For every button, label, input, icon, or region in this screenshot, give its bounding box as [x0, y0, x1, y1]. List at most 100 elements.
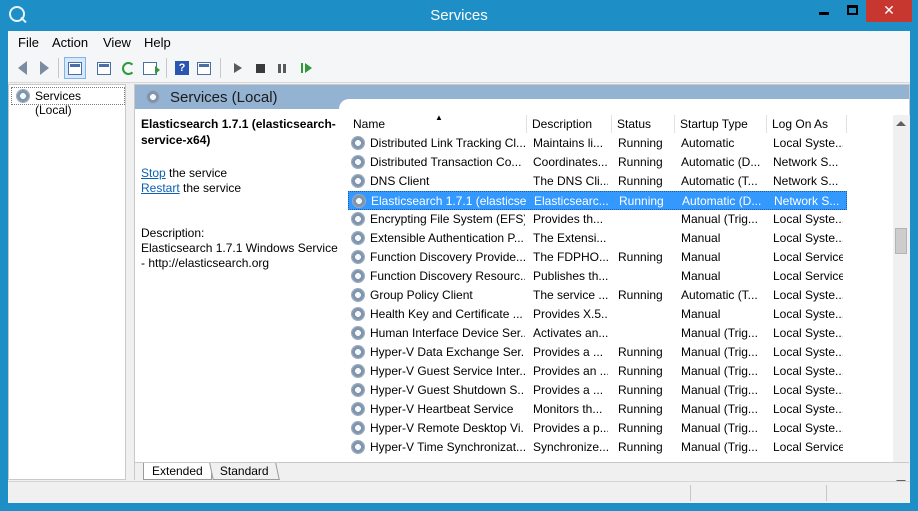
- close-button[interactable]: ✕: [866, 0, 912, 22]
- description-label: Description:: [141, 226, 205, 240]
- minimize-button[interactable]: [810, 0, 838, 22]
- services-content-pane: Services (Local) Elasticsearch 1.7.1 (el…: [134, 84, 910, 491]
- gear-icon: [351, 231, 365, 245]
- cell-name: Hyper-V Time Synchronizat...: [370, 440, 525, 454]
- table-row[interactable]: Group Policy Client The service ... Runnin…: [348, 286, 847, 305]
- menu-file[interactable]: File: [18, 35, 39, 50]
- cell-status: Running: [618, 383, 663, 397]
- table-row[interactable]: Health Key and Certificate ... Provides X…: [348, 305, 847, 324]
- column-header-label: Name: [353, 117, 386, 131]
- cell-name: Human Interface Device Ser...: [370, 326, 525, 340]
- cell-description: Provides th...: [533, 212, 604, 226]
- column-header-startup-type[interactable]: Startup Type: [675, 115, 767, 133]
- cell-description: Provides a p...: [533, 421, 608, 435]
- table-row[interactable]: Function Discovery Provide... The FDPHO..…: [348, 248, 847, 267]
- cell-description: Maintains li...: [533, 136, 604, 150]
- cell-log-on-as: Local Service: [773, 250, 843, 264]
- cell-name: Distributed Transaction Co...: [370, 155, 522, 169]
- restart-service-link[interactable]: Restart: [141, 181, 180, 195]
- refresh-button[interactable]: [118, 58, 138, 78]
- scroll-up-icon[interactable]: [896, 121, 906, 126]
- cell-startup-type: Manual: [681, 307, 721, 321]
- services-list: Name ▲ Description Status Startup Type L…: [348, 115, 890, 491]
- cell-description: The Extensi...: [533, 231, 607, 245]
- properties-button[interactable]: [94, 58, 114, 78]
- table-row[interactable]: Hyper-V Heartbeat Service Monitors th... R…: [348, 400, 847, 419]
- tab-label: Standard: [219, 464, 269, 478]
- forward-arrow-icon: [39, 61, 49, 75]
- tab-standard[interactable]: Standard: [209, 463, 280, 480]
- table-row[interactable]: Hyper-V Time Synchronizat... Synchronize.…: [348, 438, 847, 457]
- table-row[interactable]: Hyper-V Guest Service Inter... Provides a…: [348, 362, 847, 381]
- stop-service-button[interactable]: [250, 58, 270, 78]
- table-row[interactable]: Elasticsearch 1.7.1 (elasticse... Elastic…: [348, 191, 847, 210]
- column-header-status[interactable]: Status: [612, 115, 675, 133]
- show-action-pane-button[interactable]: [194, 58, 214, 78]
- export-list-button[interactable]: [140, 58, 160, 78]
- cell-startup-type: Manual: [681, 250, 721, 264]
- show-hide-console-tree-button[interactable]: [64, 57, 86, 79]
- gear-icon: [351, 440, 365, 454]
- cell-name: Hyper-V Heartbeat Service: [370, 402, 514, 416]
- cell-name: Hyper-V Guest Shutdown S...: [370, 383, 525, 397]
- cell-startup-type: Manual (Trig...: [681, 421, 758, 435]
- gear-icon: [351, 402, 365, 416]
- back-button[interactable]: [12, 58, 32, 78]
- cell-startup-type: Manual: [681, 231, 721, 245]
- cell-status: Running: [618, 421, 663, 435]
- vertical-scrollbar[interactable]: [893, 115, 910, 491]
- title-bar[interactable]: Services ✕: [0, 0, 918, 31]
- status-segment: [826, 485, 827, 501]
- gear-icon: [351, 345, 365, 359]
- cell-name: Encrypting File System (EFS): [370, 212, 525, 226]
- column-header-log-on-as[interactable]: Log On As: [767, 115, 847, 133]
- cell-startup-type: Manual (Trig...: [681, 212, 758, 226]
- properties-icon: [97, 61, 111, 75]
- cell-log-on-as: Local Syste...: [773, 421, 843, 435]
- tree-item-services-local[interactable]: Services (Local): [11, 87, 125, 117]
- extended-description-pane: Elasticsearch 1.7.1 (elasticsearch-servi…: [141, 116, 341, 271]
- forward-button[interactable]: [34, 58, 54, 78]
- cell-log-on-as: Local Syste...: [773, 136, 843, 150]
- column-header-label: Log On As: [772, 117, 829, 131]
- tab-extended[interactable]: Extended: [143, 463, 212, 480]
- cell-description: Monitors th...: [533, 402, 603, 416]
- column-header-name[interactable]: Name ▲: [348, 115, 527, 133]
- cell-name: Distributed Link Tracking Cl...: [370, 136, 525, 150]
- view-tabs: Extended Standard: [135, 462, 909, 480]
- menu-help[interactable]: Help: [144, 35, 171, 50]
- gear-icon: [351, 288, 365, 302]
- cell-description: The service ...: [533, 288, 608, 302]
- cell-startup-type: Manual: [681, 269, 721, 283]
- table-row[interactable]: Hyper-V Data Exchange Ser... Provides a .…: [348, 343, 847, 362]
- cell-status: Running: [618, 402, 663, 416]
- table-row[interactable]: Distributed Transaction Co... Coordinates…: [348, 153, 847, 172]
- cell-log-on-as: Network S...: [773, 174, 839, 188]
- column-header-description[interactable]: Description: [527, 115, 612, 133]
- gear-icon: [351, 364, 365, 378]
- table-row[interactable]: Encrypting File System (EFS) Provides th.…: [348, 210, 847, 229]
- menu-action[interactable]: Action: [52, 35, 88, 50]
- cell-log-on-as: Local Syste...: [773, 364, 843, 378]
- restart-service-button[interactable]: [296, 58, 316, 78]
- window-title: Services: [430, 7, 488, 24]
- gear-icon: [351, 250, 365, 264]
- menu-bar: File Action View Help: [8, 31, 910, 53]
- table-row[interactable]: Hyper-V Guest Shutdown S... Provides a ..…: [348, 381, 847, 400]
- table-row[interactable]: Hyper-V Remote Desktop Vi... Provides a p…: [348, 419, 847, 438]
- table-row[interactable]: DNS Client The DNS Cli... Running Automatic…: [348, 172, 847, 191]
- pause-service-button[interactable]: [272, 58, 292, 78]
- cell-log-on-as: Local Syste...: [773, 345, 843, 359]
- maximize-button[interactable]: [838, 0, 866, 22]
- table-row[interactable]: Function Discovery Resourc... Publishes t…: [348, 267, 847, 286]
- help-button[interactable]: ?: [172, 58, 192, 78]
- cell-log-on-as: Local Syste...: [773, 288, 843, 302]
- stop-service-link[interactable]: Stop: [141, 166, 166, 180]
- menu-view[interactable]: View: [103, 35, 131, 50]
- scrollbar-thumb[interactable]: [895, 228, 907, 254]
- table-row[interactable]: Distributed Link Tracking Cl... Maintains…: [348, 134, 847, 153]
- start-service-button[interactable]: [228, 58, 248, 78]
- cell-name: Hyper-V Remote Desktop Vi...: [370, 421, 525, 435]
- table-row[interactable]: Extensible Authentication P... The Extens…: [348, 229, 847, 248]
- table-row[interactable]: Human Interface Device Ser... Activates a…: [348, 324, 847, 343]
